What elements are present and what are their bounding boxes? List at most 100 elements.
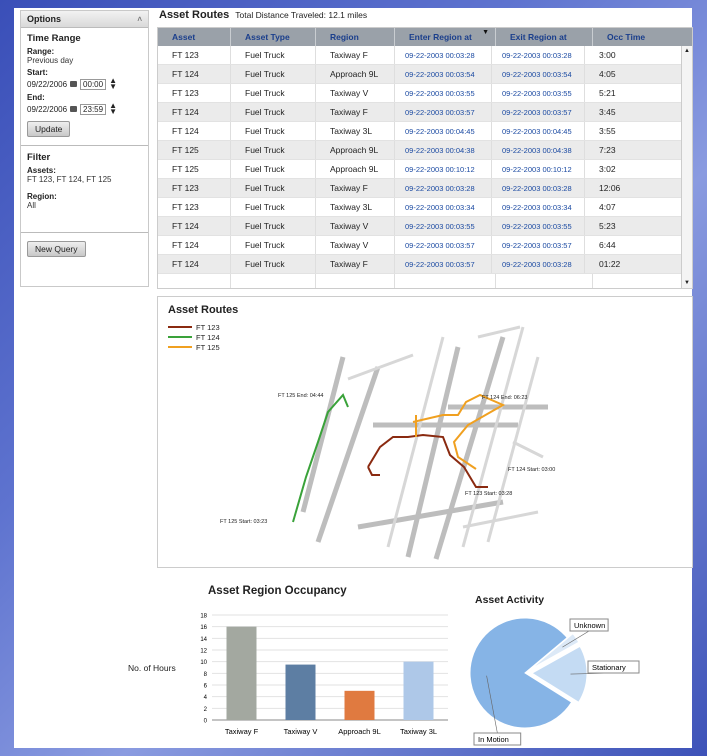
timestamp-link[interactable]: 09-22-2003 00:10:12 xyxy=(492,160,585,178)
taxiway xyxy=(477,325,521,339)
timestamp-link[interactable]: 09-22-2003 00:10:12 xyxy=(395,160,492,178)
table-row[interactable]: FT 125 Fuel Truck Approach 9L 09-22-2003 00… xyxy=(158,141,692,160)
table-cell: Taxiway F xyxy=(316,103,395,121)
table-row[interactable]: FT 123 Fuel Truck Taxiway F 09-22-2003 00:0… xyxy=(158,179,692,198)
table-cell: Taxiway V xyxy=(316,217,395,235)
timestamp-link[interactable]: 09-22-2003 00:03:57 xyxy=(395,255,492,273)
timestamp-link[interactable]: 09-22-2003 00:04:45 xyxy=(395,122,492,140)
map-annotation: FT 125 Start: 03:23 xyxy=(220,519,268,525)
col-header[interactable]: Asset Type xyxy=(231,28,316,46)
map-canvas[interactable] xyxy=(158,297,692,567)
timestamp-link[interactable]: 09-22-2003 00:03:28 xyxy=(492,179,585,197)
scroll-up-icon[interactable]: ▲ xyxy=(682,46,692,56)
end-time-input[interactable]: 23:59 xyxy=(80,103,107,115)
range-value[interactable]: Previous day xyxy=(27,56,142,65)
table-row[interactable]: FT 124 Fuel Truck Taxiway V 09-22-2003 00:0… xyxy=(158,217,692,236)
table-row[interactable]: FT 124 Fuel Truck Taxiway V 09-22-2003 00:0… xyxy=(158,236,692,255)
timestamp-link[interactable]: 09-22-2003 00:03:55 xyxy=(395,84,492,102)
timestamp-link[interactable]: 09-22-2003 00:03:55 xyxy=(492,84,585,102)
x-tick-label: Taxiway 3L xyxy=(400,727,437,736)
table-cell xyxy=(395,274,496,288)
table-cell xyxy=(496,274,593,288)
taxiway xyxy=(462,510,539,529)
timestamp-link[interactable]: 09-22-2003 00:03:55 xyxy=(395,217,492,235)
end-date[interactable]: 09/22/2006 xyxy=(27,105,67,114)
table-row[interactable]: FT 123 Fuel Truck Taxiway F 09-22-2003 00:0… xyxy=(158,46,692,65)
table-row[interactable]: FT 124 Fuel Truck Approach 9L 09-22-2003 00… xyxy=(158,65,692,84)
timestamp-link[interactable]: 09-22-2003 00:03:57 xyxy=(492,103,585,121)
timestamp-link[interactable]: 09-22-2003 00:04:38 xyxy=(395,141,492,159)
table-body: FT 123 Fuel Truck Taxiway F 09-22-2003 00:0… xyxy=(158,46,692,288)
timestamp-link[interactable]: 09-22-2003 00:03:55 xyxy=(492,217,585,235)
timestamp-link[interactable]: 09-22-2003 00:03:28 xyxy=(492,46,585,64)
table-cell: Approach 9L xyxy=(316,160,395,178)
timestamp-link[interactable]: 09-22-2003 00:03:28 xyxy=(395,46,492,64)
table-row[interactable]: FT 125 Fuel Truck Approach 9L 09-22-2003 00… xyxy=(158,160,692,179)
scroll-down-icon[interactable]: ▼ xyxy=(682,278,692,288)
timestamp-link[interactable]: 09-22-2003 00:03:34 xyxy=(492,198,585,216)
table-row[interactable]: FT 124 Fuel Truck Taxiway F 09-22-2003 00:0… xyxy=(158,103,692,122)
collapse-icon[interactable]: ˄ xyxy=(137,15,142,24)
timestamp-link[interactable]: 09-22-2003 00:03:28 xyxy=(395,179,492,197)
taxiway xyxy=(512,440,544,459)
legend-item: FT 123 xyxy=(168,322,220,332)
bar xyxy=(285,664,316,720)
start-date[interactable]: 09/22/2006 xyxy=(27,80,67,89)
pie-label: Stationary xyxy=(592,663,626,672)
options-header[interactable]: Options ˄ xyxy=(21,11,148,28)
bar-chart[interactable]: 0 2 4 6 8 10 12 14 16 18 Taxiway F Taxiway V Approac… xyxy=(190,605,455,750)
spinner-icon[interactable]: ▲ ▼ xyxy=(109,102,117,116)
bar xyxy=(226,626,257,720)
y-tick-label: 8 xyxy=(204,672,208,678)
y-tick-label: 14 xyxy=(200,637,207,643)
table-cell: Fuel Truck xyxy=(231,236,316,254)
x-tick-label: Taxiway V xyxy=(284,727,318,736)
new-query-button[interactable]: New Query xyxy=(27,241,86,257)
region-value[interactable]: All xyxy=(27,201,142,210)
table-cell: 4:07 xyxy=(599,202,616,212)
timestamp-link[interactable]: 09-22-2003 00:03:54 xyxy=(492,65,585,83)
calendar-icon[interactable] xyxy=(70,81,78,87)
assets-value[interactable]: FT 123, FT 124, FT 125 xyxy=(27,175,142,184)
table-cell: 3:45 xyxy=(599,107,616,117)
start-time-input[interactable]: 00:00 xyxy=(80,78,107,90)
range-label: Range: xyxy=(27,47,55,56)
timestamp-link[interactable]: 09-22-2003 00:03:28 xyxy=(492,255,585,273)
timestamp-link[interactable]: 09-22-2003 00:03:34 xyxy=(395,198,492,216)
table-cell: FT 123 xyxy=(158,46,231,64)
legend-label: FT 124 xyxy=(196,332,220,342)
vertical-scrollbar[interactable]: ▲ ▼ xyxy=(681,46,692,288)
route-ft-124 xyxy=(292,393,349,523)
col-header[interactable]: Exit Region at xyxy=(496,28,593,46)
timestamp-link[interactable]: 09-22-2003 00:04:38 xyxy=(492,141,585,159)
col-header[interactable]: Asset xyxy=(158,28,231,46)
table-row[interactable]: FT 123 Fuel Truck Taxiway 3L 09-22-2003 00:… xyxy=(158,198,692,217)
table-row[interactable]: FT 124 Fuel Truck Taxiway 3L 09-22-2003 00:… xyxy=(158,122,692,141)
runway xyxy=(315,366,381,543)
spinner-icon[interactable]: ▲ ▼ xyxy=(109,77,117,91)
table-row[interactable]: FT 124 Fuel Truck Taxiway F 09-22-2003 00:0… xyxy=(158,255,692,274)
pie-chart[interactable]: In Motion Unknown Stationary xyxy=(462,605,672,750)
update-button[interactable]: Update xyxy=(27,121,71,137)
options-title: Options xyxy=(27,14,61,24)
col-header[interactable]: Region xyxy=(316,28,395,46)
table-cell: FT 125 xyxy=(158,160,231,178)
timestamp-link[interactable]: 09-22-2003 00:03:57 xyxy=(395,103,492,121)
timestamp-link[interactable]: 09-22-2003 00:04:45 xyxy=(492,122,585,140)
routes-title: Asset Routes xyxy=(159,9,230,21)
col-header-sorted[interactable]: Enter Region at ▼ xyxy=(395,28,496,46)
table-cell: Taxiway F xyxy=(316,255,395,273)
y-tick-label: 0 xyxy=(204,719,208,725)
calendar-icon[interactable] xyxy=(70,106,78,112)
table-cell: 5:23 xyxy=(599,221,616,231)
timestamp-link[interactable]: 09-22-2003 00:03:54 xyxy=(395,65,492,83)
table-row-empty xyxy=(158,274,692,288)
timestamp-link[interactable]: 09-22-2003 00:03:57 xyxy=(395,236,492,254)
table-cell: Taxiway V xyxy=(316,236,395,254)
timestamp-link[interactable]: 09-22-2003 00:03:57 xyxy=(492,236,585,254)
col-header[interactable]: Occ Time xyxy=(593,28,687,46)
legend-label: FT 125 xyxy=(196,342,220,352)
table-cell: FT 124 xyxy=(158,255,231,273)
table-cell: Fuel Truck xyxy=(231,160,316,178)
table-row[interactable]: FT 123 Fuel Truck Taxiway V 09-22-2003 00:0… xyxy=(158,84,692,103)
